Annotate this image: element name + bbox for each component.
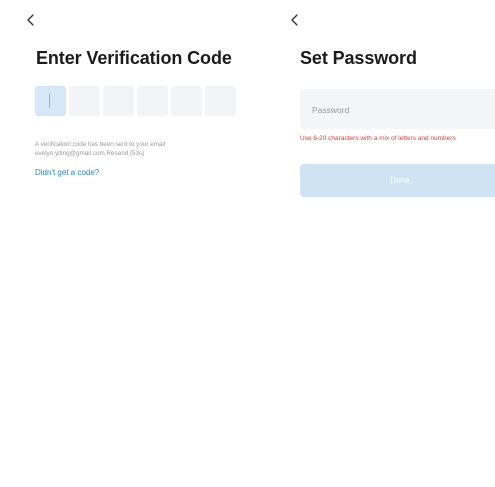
- password-field[interactable]: [300, 89, 495, 131]
- page-title: Enter Verification Code: [36, 48, 232, 68]
- code-digit-2[interactable]: [69, 86, 100, 116]
- text-caret: [49, 94, 50, 108]
- back-button[interactable]: [286, 12, 302, 28]
- info-email-line: evelyn.yiting@gmail.com Resend (53s): [35, 150, 245, 159]
- resend-countdown: Resend (53s): [106, 149, 145, 157]
- password-hint: Use 6-20 characters with a mix of letter…: [300, 135, 456, 142]
- password-input[interactable]: [310, 89, 494, 131]
- done-button[interactable]: Done: [300, 164, 495, 197]
- back-button[interactable]: [22, 12, 38, 28]
- code-digit-4[interactable]: [137, 86, 168, 116]
- verification-screen: Enter Verification Code A verification c…: [0, 0, 262, 487]
- page-title: Set Password: [300, 48, 417, 68]
- verification-code-input[interactable]: [35, 86, 236, 116]
- no-code-link[interactable]: Didn't get a code?: [35, 168, 99, 177]
- code-digit-3[interactable]: [103, 86, 134, 116]
- verification-info: A verification code has been sent to you…: [35, 141, 245, 158]
- set-password-screen: Set Password Use 6-20 characters with a …: [262, 0, 495, 487]
- email-address: evelyn.yiting@gmail.com: [35, 149, 105, 157]
- chevron-left-icon: [26, 14, 34, 26]
- code-digit-1[interactable]: [35, 86, 66, 116]
- code-digit-5[interactable]: [171, 86, 202, 116]
- chevron-left-icon: [290, 14, 298, 26]
- code-digit-6[interactable]: [205, 86, 236, 116]
- info-line: A verification code has been sent to you…: [35, 141, 166, 148]
